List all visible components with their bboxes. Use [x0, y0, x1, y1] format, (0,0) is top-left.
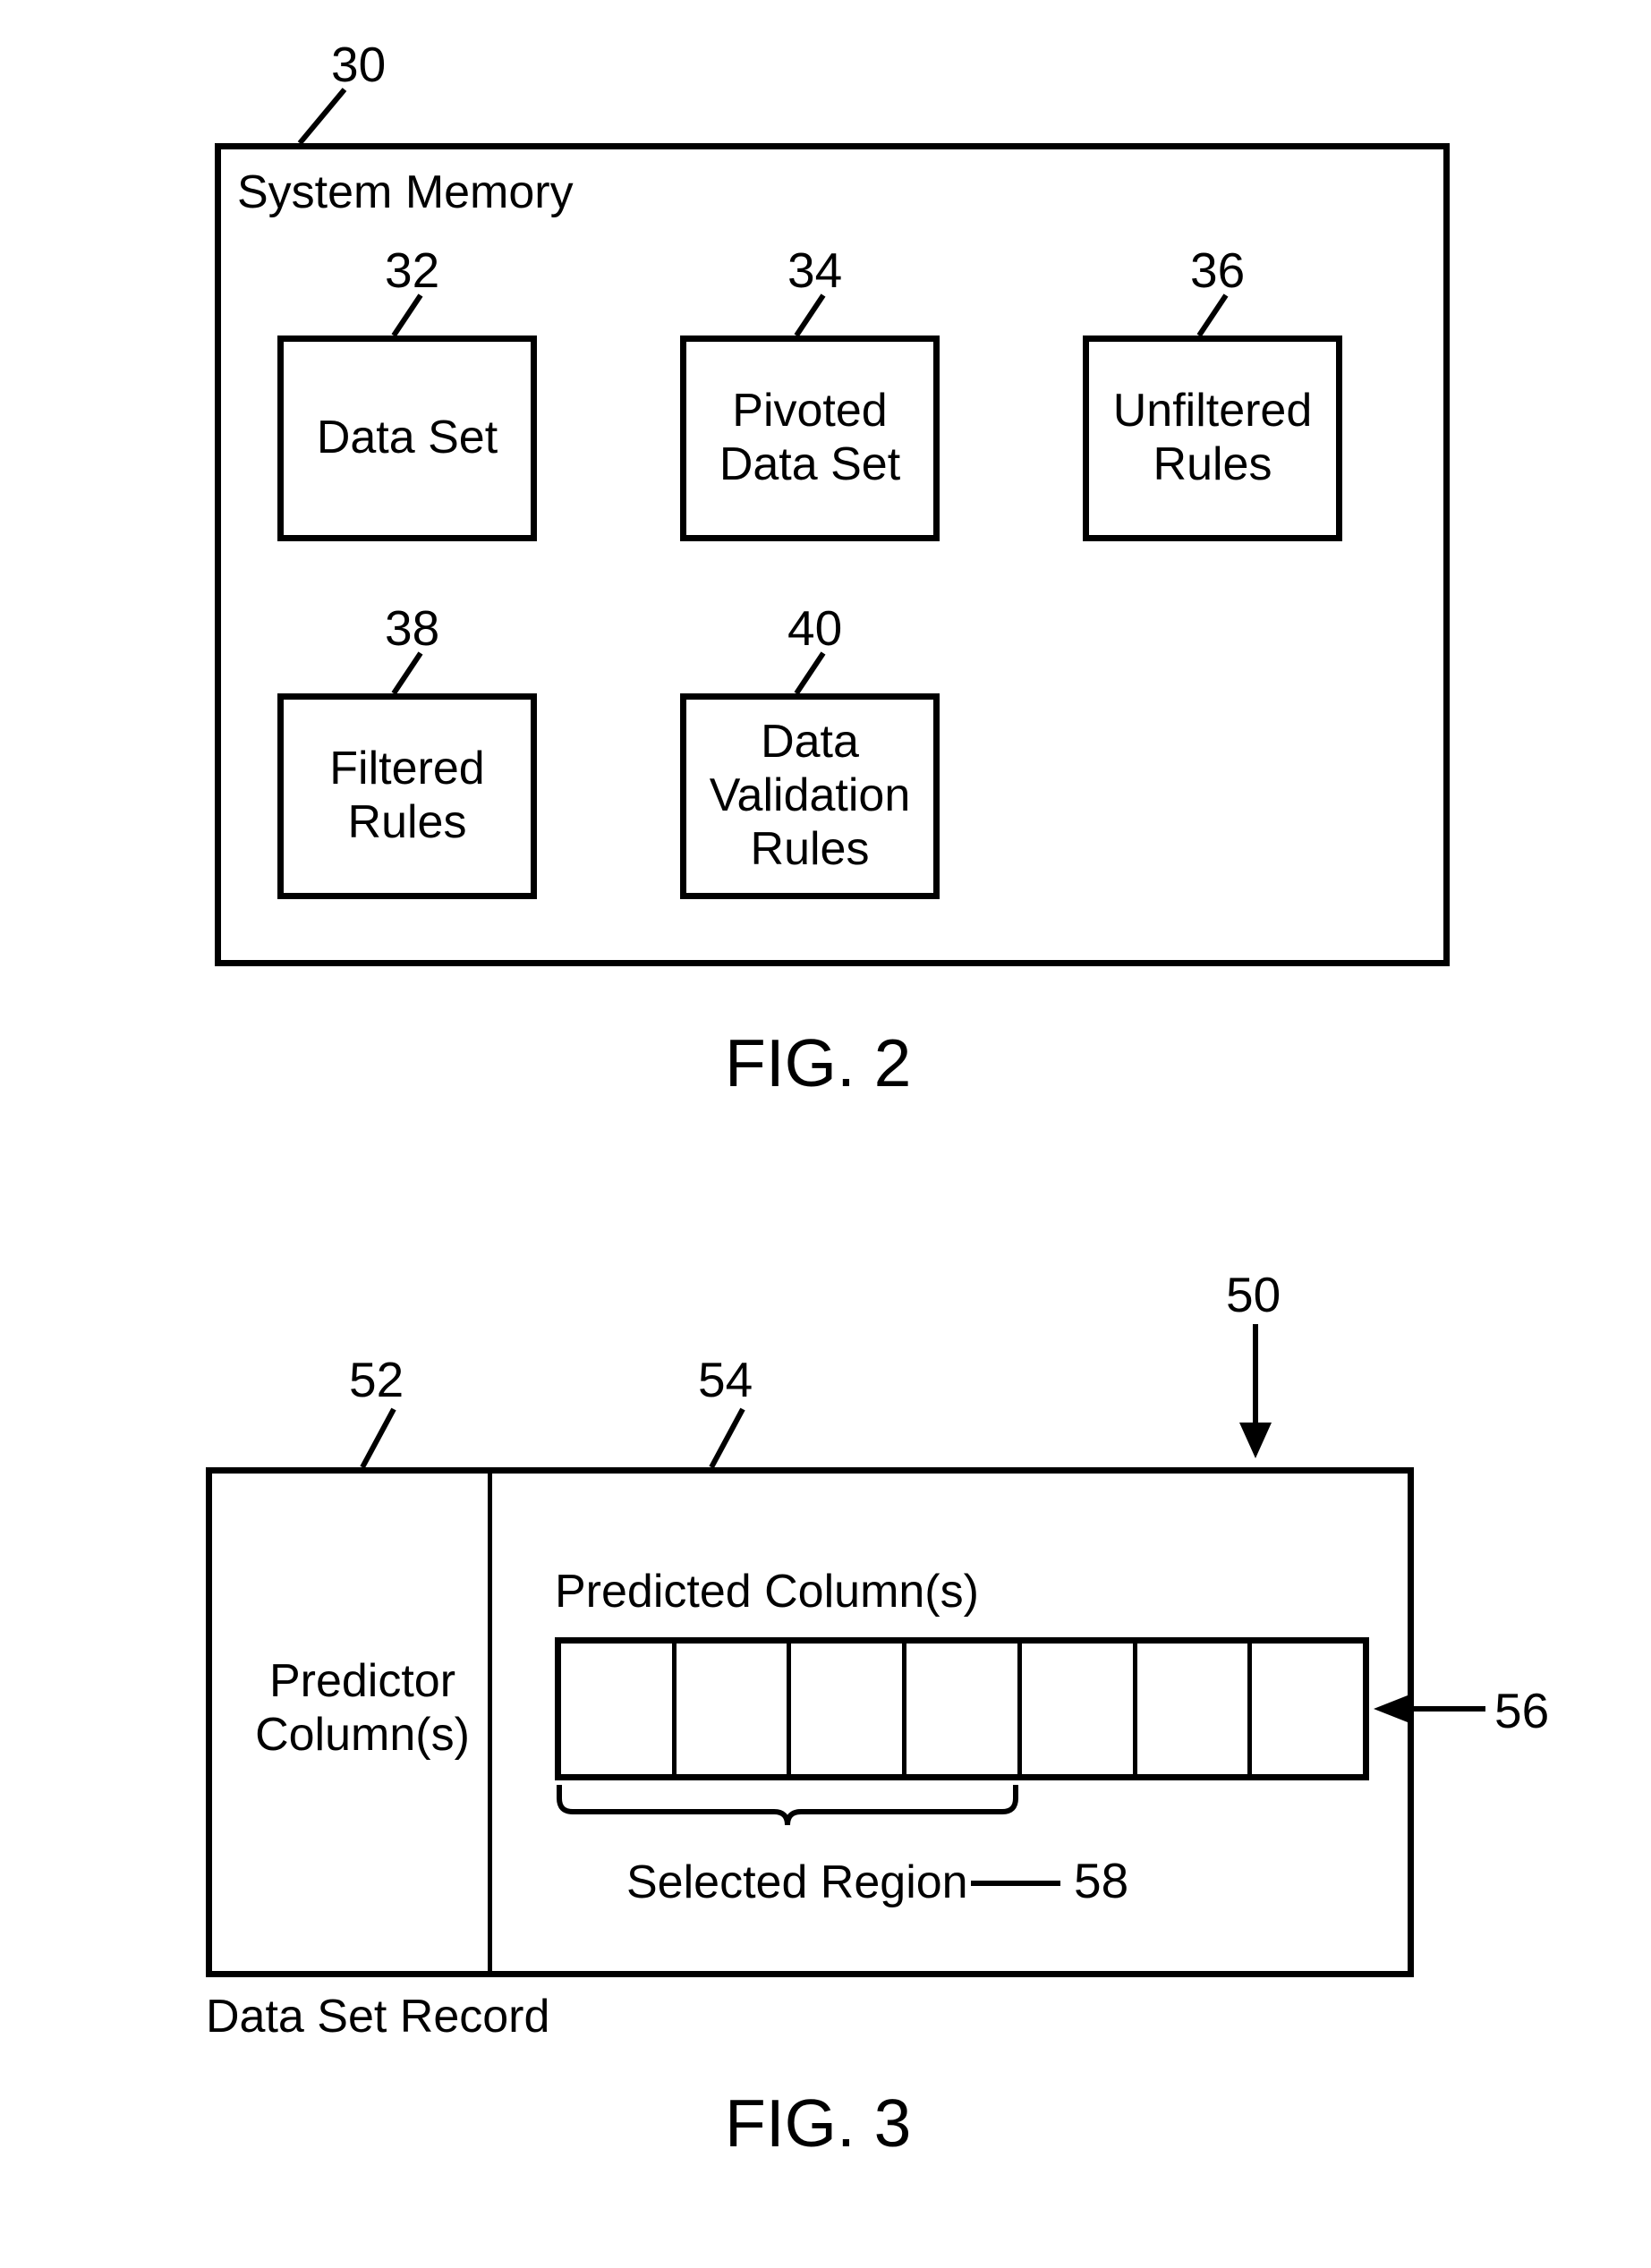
leader-line-38 — [389, 649, 434, 698]
leader-line-40 — [792, 649, 837, 698]
cell — [1022, 1644, 1137, 1774]
unfiltered-rules-box: Unfiltered Rules — [1083, 336, 1342, 541]
data-set-record-label: Data Set Record — [206, 1991, 549, 2044]
leader-line-36 — [1195, 291, 1239, 340]
predictor-columns-label: Predictor Column(s) — [251, 1655, 474, 1763]
leader-line-30 — [295, 85, 358, 148]
leader-line-58 — [971, 1870, 1060, 1897]
data-set-label: Data Set — [317, 412, 498, 465]
cell — [906, 1644, 1022, 1774]
leader-line-54 — [707, 1405, 761, 1472]
ref-number-54: 54 — [698, 1351, 753, 1408]
cell — [791, 1644, 906, 1774]
cell — [1252, 1644, 1363, 1774]
cell — [561, 1644, 677, 1774]
filtered-rules-label: Filtered Rules — [329, 743, 484, 850]
leader-line-34 — [792, 291, 837, 340]
arrow-50 — [1229, 1324, 1282, 1463]
data-set-box: Data Set — [277, 336, 537, 541]
fig2-caption: FIG. 2 — [725, 1024, 911, 1101]
unfiltered-rules-label: Unfiltered Rules — [1113, 385, 1313, 492]
ref-number-58: 58 — [1074, 1852, 1128, 1909]
record-divider — [488, 1474, 492, 1971]
cell — [677, 1644, 792, 1774]
filtered-rules-box: Filtered Rules — [277, 693, 537, 899]
ref-number-50: 50 — [1226, 1266, 1281, 1323]
fig3-caption: FIG. 3 — [725, 2085, 911, 2162]
selected-region-label: Selected Region — [626, 1856, 968, 1910]
selected-region-brace — [555, 1780, 1020, 1843]
pivoted-data-set-label: Pivoted Data Set — [719, 385, 900, 492]
ref-number-56: 56 — [1494, 1682, 1549, 1739]
data-validation-rules-box: Data Validation Rules — [680, 693, 940, 899]
data-validation-rules-label: Data Validation Rules — [710, 716, 911, 876]
leader-line-52 — [358, 1405, 412, 1472]
cells-row — [555, 1637, 1369, 1780]
cell — [1137, 1644, 1253, 1774]
arrow-56 — [1374, 1686, 1490, 1731]
ref-number-52: 52 — [349, 1351, 404, 1408]
system-memory-title: System Memory — [237, 166, 574, 219]
predicted-columns-label: Predicted Column(s) — [555, 1566, 979, 1619]
leader-line-32 — [389, 291, 434, 340]
pivoted-data-set-box: Pivoted Data Set — [680, 336, 940, 541]
